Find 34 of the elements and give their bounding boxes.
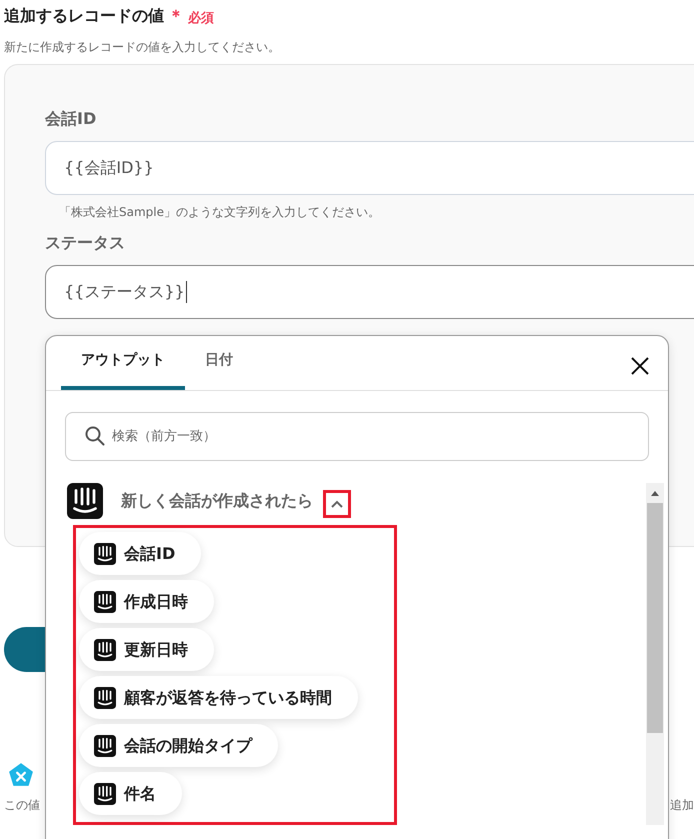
field-label: ステータス [45, 232, 126, 254]
output-chip[interactable]: 更新日時 [79, 628, 214, 671]
description-text: この値 [4, 797, 40, 814]
section-title: 追加するレコードの値 [4, 5, 164, 27]
chevron-up-icon [331, 500, 343, 508]
app-logo-icon [94, 686, 116, 708]
description-text: 追加 [670, 797, 694, 814]
output-chip[interactable]: 件名 [79, 772, 182, 815]
output-chip[interactable]: 会話ID [79, 532, 202, 575]
app-logo-icon [94, 638, 116, 660]
app-logo-icon [94, 782, 116, 804]
app-logo-icon [94, 590, 116, 612]
field-hint: 「株式会社Sample」のような文字列を入力してください。 [59, 204, 381, 221]
x-badge-icon [8, 762, 34, 788]
output-chip[interactable]: 顧客が返答を待っている時間 [79, 676, 358, 719]
search-field[interactable]: 検索（前方一致） [65, 412, 649, 461]
scroll-thumb[interactable] [647, 503, 663, 733]
text-field[interactable]: {{ステータス}} [45, 265, 694, 319]
app-logo-icon [94, 734, 116, 756]
text-field[interactable]: {{会話ID}} [45, 141, 694, 195]
collapse-toggle[interactable] [323, 490, 351, 518]
search-icon [85, 426, 105, 446]
app-logo-icon [94, 542, 116, 564]
output-chip[interactable]: 会話の開始タイプ [79, 724, 278, 767]
tab[interactable]: 日付 [185, 335, 253, 390]
field-label: 会話ID [45, 108, 98, 130]
group-title: 新しく会話が作成されたら [121, 490, 313, 512]
tab[interactable]: アウトプット [61, 335, 185, 390]
app-logo-icon [67, 483, 103, 519]
close-icon[interactable] [630, 356, 650, 376]
section-description: 新たに作成するレコードの値を入力してください。 [4, 39, 281, 56]
required-mark: ＊ [168, 5, 184, 27]
required-label: 必須 [188, 10, 214, 28]
output-chip[interactable]: 作成日時 [79, 580, 214, 623]
